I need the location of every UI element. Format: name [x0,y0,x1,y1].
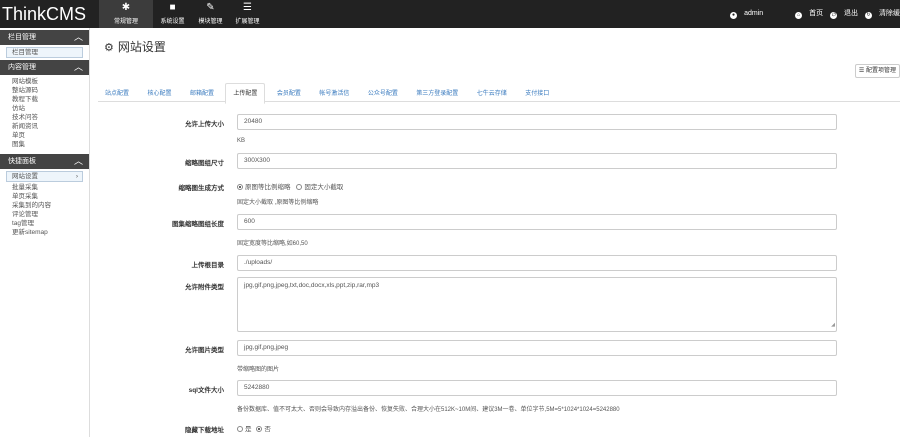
top-bar: ThinkCMS ✱ 常规管理 ■ 系统设置 ✎ 模块管理 ☰ 扩展管理 ● ad… [0,0,900,28]
topnav-modules[interactable]: ✎ 模块管理 [193,0,228,28]
sidebar-item-news[interactable]: 新闻资讯 [0,122,89,131]
list-icon: ☰ [243,2,252,13]
thumb-mode-help: 固定大小截取 ,原图等比例缩略 [237,200,319,206]
sidebar-item-qa[interactable]: 技术问答 [0,113,89,122]
logout-link[interactable]: ⏻ 退出 [830,10,858,19]
sidebar-item-tutorials[interactable]: 教程下载 [0,95,89,104]
topnav-extensions[interactable]: ☰ 扩展管理 [230,0,265,28]
sidebar-item-single-page[interactable]: 单页 [0,131,89,140]
sidebar-item-sitemap[interactable]: 更新sitemap [0,228,89,237]
top-right-menu: ● admin ⌂ 首页 ⏻ 退出 ↻ 清除缓 [725,0,900,28]
snowflake-icon: ✱ [121,2,131,13]
tab-member[interactable]: 会员配置 [270,84,308,104]
thumb-length-label: 图集缩略图组长度 [172,221,224,228]
sql-size-label: sql文件大小 [188,387,224,394]
radio-checked-icon [256,426,263,432]
thumb-mode-options: 原图等比例缩略 固定大小截取 [237,181,343,191]
sidebar-item-page-collect[interactable]: 单页采集 [0,192,89,201]
image-types-label: 允许图片类型 [185,347,224,354]
tab-site[interactable]: 站点配置 [98,84,136,104]
upload-size-label: 允许上传大小 [185,121,224,128]
sidebar-item-comments[interactable]: 评论管理 [0,210,89,219]
wrench-icon: ✎ [206,2,215,13]
sidebar-section-shortcuts[interactable]: 快捷面板 ︿ [0,154,89,169]
sidebar-item-tags[interactable]: tag管理 [0,219,89,228]
thumb-size-input[interactable]: 300X300 [237,153,837,169]
user-icon: ● [730,12,738,19]
sidebar-item-source[interactable]: 整站源码 [0,86,89,95]
image-types-input[interactable]: jpg,gif,png,jpeg [237,340,837,356]
resize-grip-icon[interactable]: ◢ [831,320,835,330]
chevron-up-icon: ︿ [73,32,83,42]
thumb-mode-label: 缩略图生成方式 [178,185,225,192]
tab-core[interactable]: 核心配置 [140,84,178,104]
radio-unchecked-icon [296,184,303,190]
refresh-icon: ↻ [865,12,872,19]
sidebar-item-gallery[interactable]: 图集 [0,140,89,149]
tab-wechat[interactable]: 公众号配置 [361,84,405,104]
topnav-label: 常规管理 [113,19,138,25]
upload-size-help: KB [237,138,246,144]
topnav-label: 扩展管理 [235,19,260,25]
sidebar-item-batch-collect[interactable]: 批量采集 [0,183,89,192]
hide-download-options: 是 否 [237,423,271,433]
sql-size-help: 备份数据库、值不可太大、否则会导致内存溢出备份、恢复失败、合理大小在512K~1… [237,407,620,413]
topnav-label: 系统设置 [160,19,185,25]
sidebar: 栏目管理 ︿ 栏目管理 内容管理 ︿ 网站模板 整站源码 教程下载 仿站 技术问答 … [0,28,90,437]
tab-activation[interactable]: 帐号激活信 [312,84,356,104]
tab-upload[interactable]: 上传配置 [225,83,266,104]
home-icon: ⌂ [795,12,803,19]
logo[interactable]: ThinkCMS [0,0,90,28]
sidebar-item-clone[interactable]: 仿站 [0,104,89,113]
upload-dir-input[interactable]: ./uploads/ [237,255,837,271]
list-icon: ☰ [858,68,865,74]
thumb-length-input[interactable]: 600 [237,214,837,230]
config-items-button[interactable]: ☰ 配置项管理 [854,64,900,78]
chevron-right-icon: › [75,173,78,180]
topnav-regular[interactable]: ✱ 常规管理 [99,0,153,28]
tab-oauth[interactable]: 第三方登录配置 [409,84,465,104]
tab-qiniu[interactable]: 七牛云存储 [470,84,514,104]
tab-email[interactable]: 邮箱配置 [183,84,221,104]
topnav-system[interactable]: ■ 系统设置 [155,0,190,28]
main-content: ⚙ 网站设置 ☰ 配置项管理 站点配置 核心配置 邮箱配置 上传配置 会员配置 帐… [90,28,900,437]
attach-types-textarea[interactable]: jpg,gif,png,jpeg,txt,doc,docx,xls,ppt,zi… [237,277,837,332]
thumb-mode-option-fixed[interactable]: 固定大小截取 [296,184,343,191]
attach-types-label: 允许附件类型 [185,284,224,291]
radio-unchecked-icon [237,426,243,432]
thumb-size-label: 缩略图组尺寸 [185,160,224,167]
radio-checked-icon [237,184,243,190]
image-types-help: 带缩略图的图片 [237,367,280,373]
tab-payment[interactable]: 支付接口 [518,84,556,104]
clear-cache-link[interactable]: ↻ 清除缓 [865,10,900,19]
hide-download-label: 隐藏下载地址 [185,427,224,434]
sidebar-item-columns[interactable]: 栏目管理 [6,47,83,58]
upload-size-input[interactable]: 20480 [237,114,837,130]
sidebar-section-content[interactable]: 内容管理 ︿ [0,60,89,75]
page-title: ⚙ 网站设置 [104,40,166,54]
upload-dir-label: 上传根目录 [191,262,225,269]
sidebar-section-columns[interactable]: 栏目管理 ︿ [0,30,89,45]
hide-download-no[interactable]: 否 [256,426,271,433]
thumb-mode-option-ratio[interactable]: 原图等比例缩略 [237,184,291,191]
sidebar-item-templates[interactable]: 网站模板 [0,77,89,86]
chevron-up-icon: ︿ [73,156,83,166]
hide-download-yes[interactable]: 是 [237,426,252,433]
grid-icon: ■ [169,2,176,13]
settings-tabs: 站点配置 核心配置 邮箱配置 上传配置 会员配置 帐号激活信 公众号配置 第三方… [98,82,900,104]
chevron-up-icon: ︿ [73,62,83,72]
sql-size-input[interactable]: 5242880 [237,380,837,396]
sidebar-item-collected[interactable]: 采集到的内容 [0,201,89,210]
sidebar-item-site-settings[interactable]: 网站设置 › [6,171,83,182]
user-menu[interactable]: ● admin [730,10,763,19]
topnav-label: 模块管理 [198,19,223,25]
gear-icon: ⚙ [104,42,114,54]
thumb-length-help: 固定宽度等比缩略,如60,50 [237,241,308,247]
home-link[interactable]: ⌂ 首页 [795,10,823,19]
power-icon: ⏻ [830,12,838,19]
